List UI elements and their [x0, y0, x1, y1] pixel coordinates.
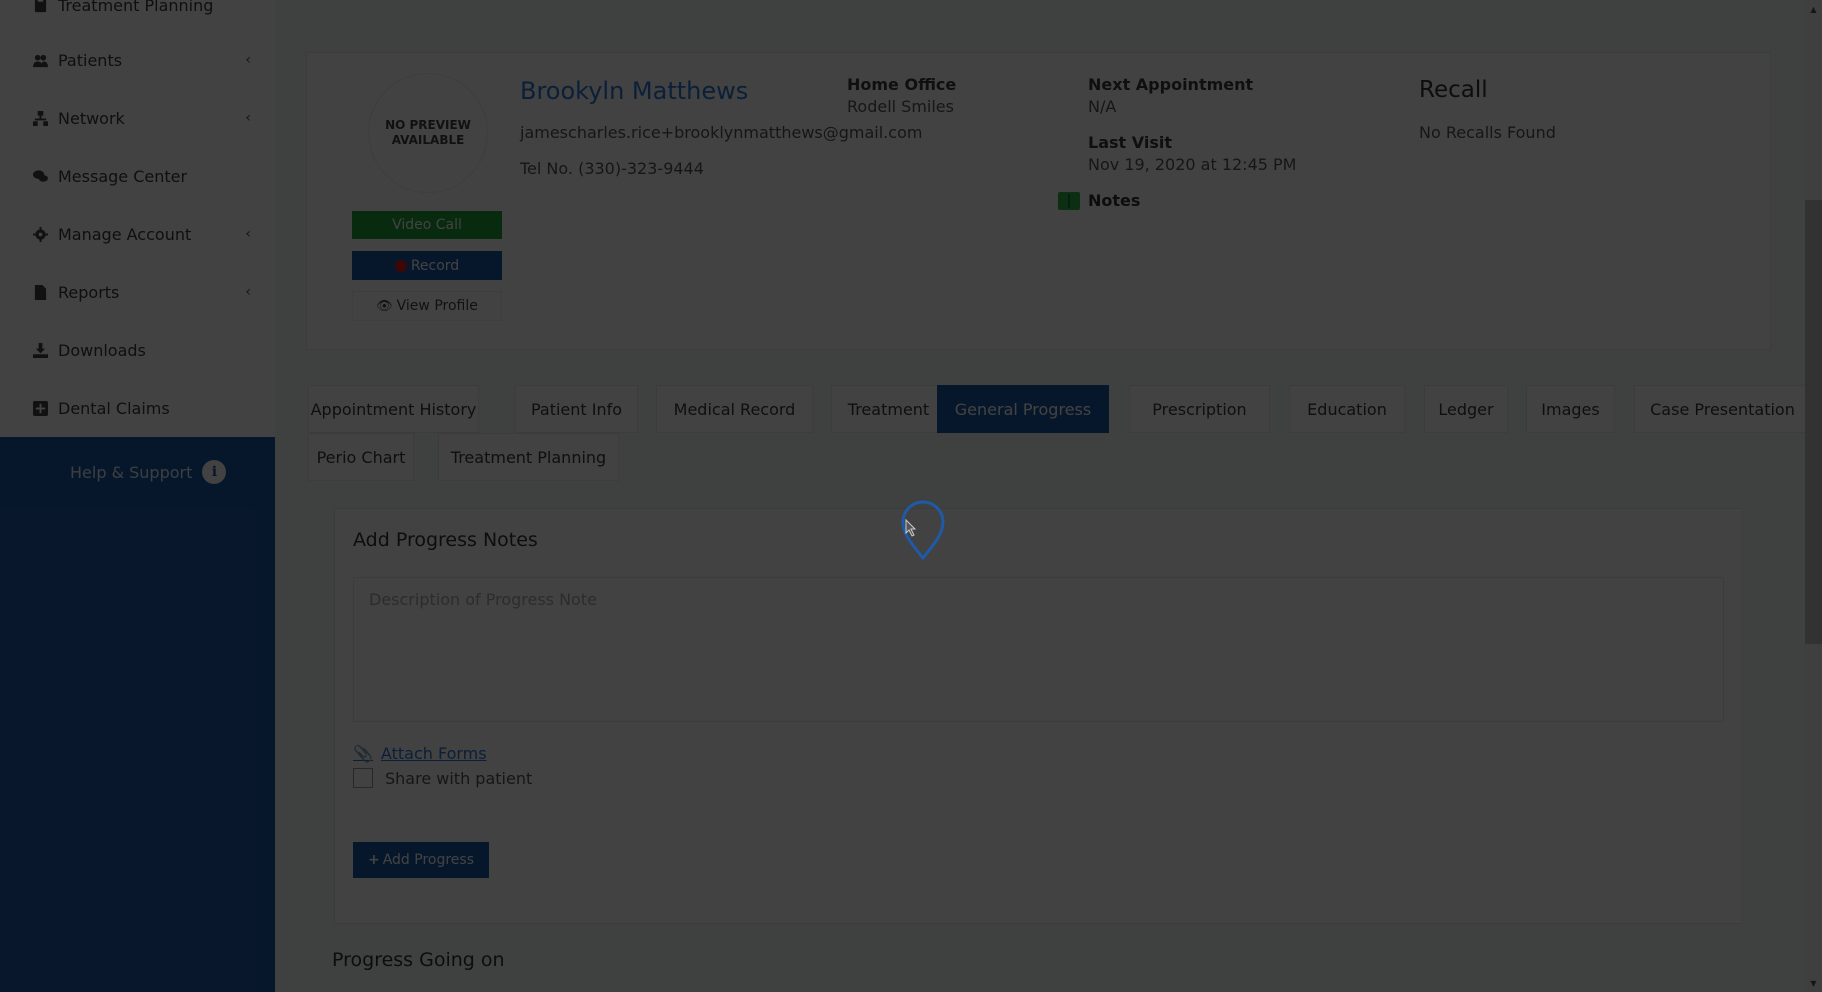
help-support-link[interactable]: Help & Support i — [70, 460, 227, 484]
video-call-button[interactable]: Video Call — [352, 211, 502, 239]
help-panel — [0, 437, 275, 992]
tab-education[interactable]: Education — [1289, 385, 1405, 433]
book-icon — [1058, 191, 1080, 210]
chevron-left-icon: ‹ — [245, 52, 251, 68]
notes-label: Notes — [1088, 191, 1141, 210]
tab-label: Treatment — [847, 399, 930, 419]
sidebar-item-label: Dental Claims — [58, 398, 170, 418]
users-icon — [30, 53, 50, 68]
download-icon — [30, 342, 50, 358]
tab-prescription[interactable]: Prescription — [1129, 385, 1270, 433]
record-label: Record — [410, 257, 460, 274]
gear-icon — [30, 226, 50, 242]
tab-label: Prescription — [1152, 399, 1247, 419]
tab-general-progress[interactable]: General Progress — [937, 385, 1109, 433]
sitemap-icon — [30, 110, 50, 126]
add-progress-title: Add Progress Notes — [353, 529, 538, 551]
progress-going-on-title: Progress Going on — [332, 949, 505, 971]
last-visit-value: Nov 19, 2020 at 12:45 PM — [1088, 155, 1297, 174]
tab-label: Patient Info — [530, 399, 623, 419]
tab-label: Case Presentation — [1650, 399, 1795, 419]
share-checkbox[interactable] — [353, 768, 373, 788]
patient-profile-card: NO PREVIEW AVAILABLE Video Call Record 👁… — [306, 52, 1771, 350]
video-call-label: Video Call — [392, 217, 462, 233]
sidebar-item-downloads[interactable]: Downloads — [0, 321, 275, 379]
tab-label: Perio Chart — [316, 447, 406, 467]
sidebar-item-treatment-planning[interactable]: Treatment Planning — [0, 0, 275, 34]
sidebar-item-dental-claims[interactable]: Dental Claims — [0, 379, 275, 437]
tab-images[interactable]: Images — [1526, 385, 1615, 433]
record-dot-icon — [394, 259, 407, 272]
tab-label: Images — [1541, 399, 1600, 419]
sidebar-item-label: Manage Account — [58, 224, 192, 244]
eye-icon: 👁 — [376, 298, 393, 314]
scroll-down-arrow-icon[interactable]: ▼ — [1805, 976, 1822, 990]
avatar-placeholder: NO PREVIEW AVAILABLE — [368, 73, 488, 193]
tab-label: Medical Record — [673, 399, 796, 419]
tab-patient-info[interactable]: Patient Info — [515, 385, 638, 433]
file-icon — [30, 284, 50, 300]
add-progress-button[interactable]: + Add Progress — [353, 842, 489, 878]
chevron-left-icon: ‹ — [245, 110, 251, 126]
sidebar-item-reports[interactable]: Reports ‹ — [0, 263, 275, 321]
info-icon: i — [202, 460, 227, 484]
scrollbar-thumb[interactable] — [1805, 200, 1822, 644]
home-office-label: Home Office — [847, 75, 957, 94]
tab-perio-chart[interactable]: Perio Chart — [308, 433, 414, 481]
tab-case-presentation[interactable]: Case Presentation — [1634, 385, 1811, 433]
scroll-up-arrow-icon[interactable]: ▲ — [1805, 2, 1822, 16]
sidebar-item-network[interactable]: Network ‹ — [0, 89, 275, 147]
patient-name[interactable]: Brookyln Matthews — [520, 77, 748, 105]
tab-treatment-planning[interactable]: Treatment Planning — [438, 433, 619, 481]
last-visit-label: Last Visit — [1088, 133, 1172, 152]
next-appointment-label: Next Appointment — [1088, 75, 1254, 94]
patient-phone: Tel No. (330)-323-9444 — [520, 159, 704, 178]
main-content: NO PREVIEW AVAILABLE Video Call Record 👁… — [275, 0, 1822, 992]
sidebar-item-label: Network — [58, 108, 125, 128]
sidebar-item-label: Patients — [58, 50, 123, 70]
next-appointment-value: N/A — [1088, 97, 1117, 116]
sidebar-item-label: Reports — [58, 282, 120, 302]
tab-label: Appointment History — [310, 399, 477, 419]
paperclip-icon: 📎 — [353, 744, 373, 763]
tab-label: General Progress — [954, 399, 1092, 419]
notes-link[interactable]: Notes — [1058, 191, 1140, 210]
chevron-left-icon: ‹ — [245, 284, 251, 300]
add-progress-card: Add Progress Notes 📎 Attach Forms Share … — [334, 508, 1743, 924]
chevron-left-icon: ‹ — [245, 226, 251, 242]
sidebar-item-label: Downloads — [58, 340, 146, 360]
view-profile-button[interactable]: 👁 View Profile — [352, 291, 502, 321]
clipboard-icon — [30, 0, 50, 13]
add-progress-label: Add Progress — [382, 852, 475, 868]
progress-note-textarea[interactable] — [353, 577, 1724, 722]
tab-label: Treatment Planning — [450, 447, 607, 467]
sidebar-item-label: Treatment Planning — [58, 0, 214, 15]
record-button[interactable]: Record — [352, 251, 502, 280]
help-support-label: Help & Support — [70, 462, 193, 482]
recall-title: Recall — [1419, 77, 1488, 103]
patient-email: jamescharles.rice+brooklynmatthews@gmail… — [520, 123, 923, 142]
tab-appointment-history[interactable]: Appointment History — [308, 385, 479, 433]
plus-square-icon — [30, 400, 50, 416]
sidebar-item-patients[interactable]: Patients ‹ — [0, 31, 275, 89]
plus-icon: + — [367, 852, 380, 868]
avatar-placeholder-text: NO PREVIEW AVAILABLE — [385, 118, 471, 147]
recall-value: No Recalls Found — [1419, 123, 1556, 142]
tab-label: Education — [1307, 399, 1387, 419]
home-office-value: Rodell Smiles — [847, 97, 954, 116]
tab-ledger[interactable]: Ledger — [1424, 385, 1508, 433]
view-profile-label: View Profile — [396, 298, 478, 314]
sidebar-item-manage-account[interactable]: Manage Account ‹ — [0, 205, 275, 263]
comments-icon — [30, 169, 50, 184]
tab-treatment[interactable]: Treatment — [831, 385, 946, 433]
attach-forms-link[interactable]: 📎 Attach Forms — [353, 744, 487, 763]
tab-medical-record[interactable]: Medical Record — [656, 385, 813, 433]
share-label: Share with patient — [385, 768, 533, 788]
sidebar-item-label: Message Center — [58, 166, 188, 186]
sidebar: Treatment Planning Patients ‹ Network ‹ … — [0, 0, 275, 992]
attach-forms-label: Attach Forms — [380, 744, 487, 763]
sidebar-item-message-center[interactable]: Message Center — [0, 147, 275, 205]
share-with-patient: Share with patient — [353, 768, 532, 788]
tab-label: Ledger — [1438, 399, 1494, 419]
